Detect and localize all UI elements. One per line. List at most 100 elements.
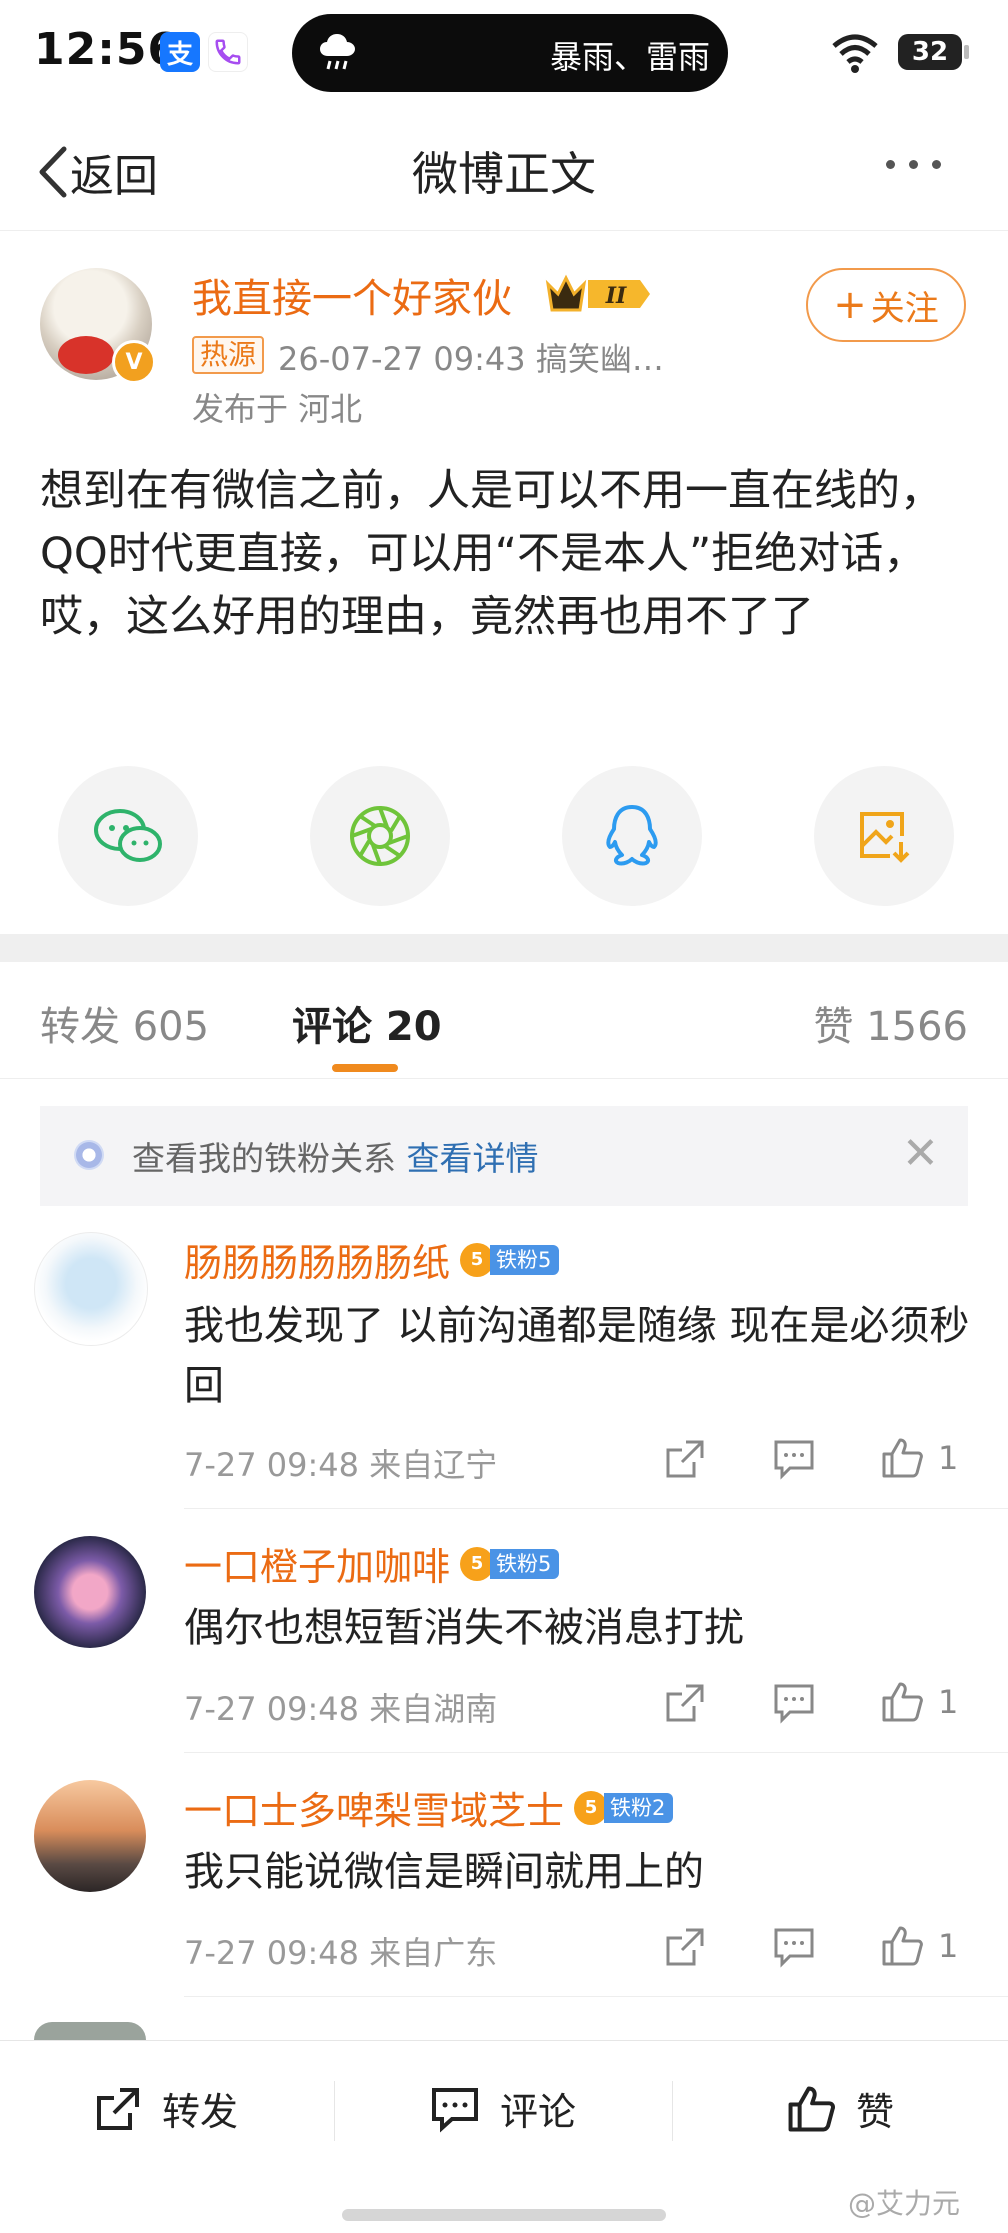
commenter-avatar[interactable] [34, 1536, 146, 1648]
comment-meta: 7-27 09:48 来自湖南 [184, 1690, 498, 1728]
commenter-name[interactable]: 肠肠肠肠肠肠纸 [184, 1232, 450, 1287]
comment-text: 偶尔也想短暂消失不被消息打扰 [184, 1605, 744, 1651]
comment-repost-button[interactable] [664, 1438, 706, 1480]
commenter-avatar[interactable] [34, 1232, 148, 1346]
status-time: 12:56 [34, 24, 180, 75]
tab-repost[interactable]: 转发 605 [40, 994, 209, 1052]
qq-icon [606, 805, 658, 866]
comment-repost-button[interactable] [664, 1926, 706, 1968]
fan-badge: 5 铁粉2 [574, 1790, 674, 1826]
like-count: 1 [938, 1439, 959, 1477]
post-content: 想到在有微信之前，人是可以不用一直在线的，QQ时代更直接，可以用“不是本人”拒绝… [40, 466, 943, 642]
comment-separator [184, 1996, 1008, 1997]
comment-text: 我也发现了 以前沟通都是随缘 现在是必须秒回 [184, 1303, 970, 1409]
comment-meta: 7-27 09:48 来自辽宁 [184, 1446, 498, 1484]
comment-like-button[interactable]: 1 [880, 1924, 958, 1968]
active-tab-indicator [332, 1064, 398, 1072]
comment-separator [184, 1508, 1008, 1509]
chevron-left-icon [39, 146, 67, 198]
comment-icon [774, 1684, 814, 1724]
home-indicator[interactable] [342, 2209, 666, 2221]
thumbs-up-icon [882, 1926, 923, 1966]
share-wechat-button[interactable] [58, 766, 198, 906]
vip-crown-icon: II [545, 274, 650, 312]
more-options-icon[interactable] [886, 160, 941, 169]
comment-text: 我只能说微信是瞬间就用上的 [184, 1849, 704, 1895]
like-button[interactable]: 赞 [786, 2081, 894, 2136]
nav-bar: 微博正文 返回 [0, 110, 1008, 231]
comment-reply-button[interactable] [772, 1682, 816, 1724]
back-button[interactable]: 返回 [36, 140, 158, 204]
thumbs-up-icon [882, 1682, 923, 1722]
watermark: @艾力元 [848, 2187, 961, 2220]
fan-badge: 5 铁粉5 [460, 1546, 560, 1582]
save-image-button[interactable] [814, 766, 954, 906]
repost-label: 转发 [162, 2090, 239, 2134]
fan-banner-text: 查看我的铁粉关系 查看详情 [132, 1132, 539, 1180]
post-location: 发布于 河北 [192, 390, 363, 428]
verified-badge-icon: V [112, 340, 156, 384]
moments-icon [350, 806, 410, 866]
comment-header: 一口士多啤梨雪域芝士 5 铁粉2 [184, 1780, 674, 1835]
fan-banner-label: 查看我的铁粉关系 [132, 1139, 396, 1178]
like-label: 赞 [856, 2090, 895, 2134]
fan-details-link[interactable]: 查看详情 [407, 1139, 539, 1178]
close-icon[interactable]: ✕ [902, 1128, 939, 1179]
tabs-divider [0, 1078, 1008, 1079]
comment-icon [432, 2087, 478, 2132]
comment-button[interactable]: 评论 [430, 2081, 576, 2136]
comment-like-button[interactable]: 1 [880, 1436, 958, 1480]
save-image-icon [860, 812, 910, 863]
rain-cloud-icon [320, 34, 355, 70]
follow-label: 关注 [870, 288, 939, 329]
author-name[interactable]: 我直接一个好家伙 [192, 266, 512, 324]
fan-icon [74, 1140, 104, 1170]
commenter-avatar[interactable] [34, 2022, 146, 2040]
comment-header: 肠肠肠肠肠肠纸 5 铁粉5 [184, 1232, 560, 1287]
wifi-icon [832, 34, 878, 73]
share-qq-button[interactable] [562, 766, 702, 906]
fan-relationship-banner[interactable]: 查看我的铁粉关系 查看详情 ✕ [40, 1106, 968, 1206]
repost-icon [666, 1928, 704, 1966]
comment-meta: 7-27 09:48 来自广东 [184, 1934, 498, 1972]
phone-call-icon [208, 32, 248, 72]
commenter-avatar[interactable] [34, 1780, 146, 1892]
repost-button[interactable]: 转发 [94, 2081, 238, 2136]
tab-like[interactable]: 赞 1566 [813, 994, 968, 1052]
crown-icon: 5 [460, 1242, 495, 1277]
fan-badge: 5 铁粉5 [460, 1242, 560, 1278]
thumbs-up-icon [882, 1438, 923, 1478]
crown-icon: 5 [574, 1790, 609, 1825]
commenter-name[interactable]: 一口士多啤梨雪域芝士 [184, 1780, 564, 1835]
comment-reply-button[interactable] [772, 1438, 816, 1480]
vip-level: II [605, 283, 627, 309]
thumbs-up-icon [788, 2086, 835, 2131]
comment-icon [774, 1440, 814, 1480]
like-count: 1 [938, 1683, 959, 1721]
comment-repost-button[interactable] [664, 1682, 706, 1724]
hot-source-badge: 热源 [192, 336, 265, 374]
post-meta: 26-07-27 09:43 搞笑幽… [278, 340, 664, 378]
wechat-icon [94, 809, 162, 862]
comment-reply-button[interactable] [772, 1926, 816, 1968]
section-divider [0, 934, 1008, 962]
comment-like-button[interactable]: 1 [880, 1680, 958, 1724]
back-label: 返回 [70, 151, 158, 202]
battery-indicator: 32 [898, 34, 962, 70]
comment-separator [184, 1752, 1008, 1753]
bar-divider [672, 2081, 673, 2141]
alipay-icon: 支 [160, 32, 200, 72]
repost-icon [666, 1440, 704, 1478]
commenter-name[interactable]: 一口橙子加咖啡 [184, 1536, 450, 1591]
repost-icon [666, 1684, 704, 1722]
repost-icon [97, 2087, 139, 2130]
share-moments-button[interactable] [310, 766, 450, 906]
bar-divider [334, 2081, 335, 2141]
tab-comment[interactable]: 评论 20 [292, 994, 442, 1052]
follow-button[interactable]: + 关注 [806, 268, 966, 342]
comment-icon [774, 1928, 814, 1968]
dynamic-island[interactable]: 暴雨、雷雨 [292, 14, 728, 92]
comment-label: 评论 [500, 2090, 577, 2134]
battery-tip [964, 45, 969, 59]
plus-icon: + [833, 282, 867, 328]
